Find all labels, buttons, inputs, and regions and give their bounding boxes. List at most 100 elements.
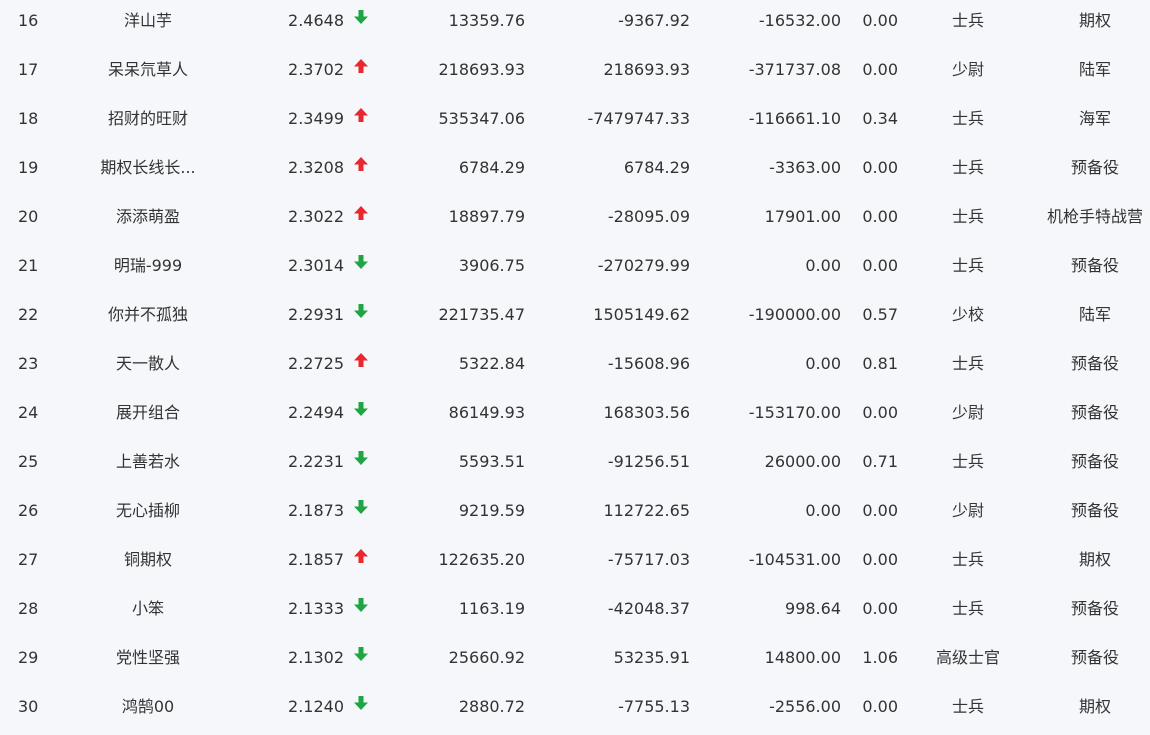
arrow-down-icon bbox=[353, 450, 369, 466]
table-row[interactable]: 28 小笨 2.1333 1163.19 -42048.37 998.64 0.00 士兵 预备… bbox=[0, 588, 1150, 637]
arrow-up-icon bbox=[353, 352, 369, 368]
table-row[interactable]: 16 洋山芋 2.4648 13359.76 -9367.92 -16532.00 0.00… bbox=[0, 0, 1150, 49]
level-cell: 少尉 bbox=[951, 403, 984, 422]
table-row[interactable]: 17 呆呆氘草人 2.3702 218693.93 218693.93 -371737.0… bbox=[0, 49, 1150, 98]
name-cell[interactable]: 明瑞-999 bbox=[78, 245, 218, 287]
name-cell[interactable]: 鸿鹄00 bbox=[78, 686, 218, 728]
name-cell[interactable]: 洋山芋 bbox=[78, 0, 218, 42]
level-cell: 士兵 bbox=[951, 452, 984, 471]
trend-cell bbox=[352, 637, 370, 679]
ratio-cell: 0.00 bbox=[862, 256, 898, 275]
level-cell: 高级士官 bbox=[935, 648, 1000, 667]
level-cell: 士兵 bbox=[951, 697, 984, 716]
ratio-cell: 0.00 bbox=[862, 550, 898, 569]
value3-cell: -116661.10 bbox=[748, 109, 841, 128]
trend-cell bbox=[352, 490, 370, 532]
score-cell: 2.1302 bbox=[288, 648, 344, 667]
table-row[interactable]: 25 上善若水 2.2231 5593.51 -91256.51 26000.00 0.71… bbox=[0, 441, 1150, 490]
rank-cell: 30 bbox=[18, 697, 39, 716]
table-row[interactable]: 22 你并不孤独 2.2931 221735.47 1505149.62 -190000.… bbox=[0, 294, 1150, 343]
rank-cell: 28 bbox=[18, 599, 39, 618]
level-cell: 少尉 bbox=[951, 60, 984, 79]
arrow-up-icon bbox=[353, 548, 369, 564]
arrow-up-icon bbox=[353, 156, 369, 172]
score-cell: 2.2231 bbox=[288, 452, 344, 471]
value1-cell: 221735.47 bbox=[438, 305, 525, 324]
score-cell: 2.3208 bbox=[288, 158, 344, 177]
arrow-down-icon bbox=[353, 303, 369, 319]
value2-cell: -42048.37 bbox=[607, 599, 690, 618]
type-cell: 陆军 bbox=[1078, 60, 1111, 79]
trend-cell bbox=[352, 0, 370, 42]
arrow-down-icon bbox=[353, 499, 369, 515]
table-row[interactable]: 27 铜期权 2.1857 122635.20 -75717.03 -104531.00 0… bbox=[0, 539, 1150, 588]
name-cell[interactable]: 添添萌盈 bbox=[78, 196, 218, 238]
table-row[interactable]: 20 添添萌盈 2.3022 18897.79 -28095.09 17901.00 0.0… bbox=[0, 196, 1150, 245]
ratio-cell: 0.00 bbox=[862, 501, 898, 520]
value2-cell: -9367.92 bbox=[618, 11, 690, 30]
type-cell: 预备役 bbox=[1070, 452, 1119, 471]
value3-cell: 17901.00 bbox=[764, 207, 841, 226]
name-cell[interactable]: 天一散人 bbox=[78, 343, 218, 385]
type-cell: 机枪手特战营 bbox=[1046, 207, 1143, 226]
level-cell: 士兵 bbox=[951, 158, 984, 177]
ratio-cell: 1.06 bbox=[862, 648, 898, 667]
score-cell: 2.3022 bbox=[288, 207, 344, 226]
ratio-cell: 0.81 bbox=[862, 354, 898, 373]
rank-cell: 25 bbox=[18, 452, 39, 471]
trend-cell bbox=[352, 49, 370, 91]
arrow-down-icon bbox=[353, 646, 369, 662]
trend-cell bbox=[352, 294, 370, 336]
type-cell: 预备役 bbox=[1070, 158, 1119, 177]
rank-cell: 17 bbox=[18, 60, 39, 79]
name-cell[interactable]: 党性坚强 bbox=[78, 637, 218, 679]
table-row[interactable]: 30 鸿鹄00 2.1240 2880.72 -7755.13 -2556.00 0.00 士… bbox=[0, 686, 1150, 735]
name-cell[interactable]: 展开组合 bbox=[78, 392, 218, 434]
name-cell[interactable]: 铜期权 bbox=[78, 539, 218, 581]
table-row[interactable]: 18 招财的旺财 2.3499 535347.06 -7479747.33 -116661… bbox=[0, 98, 1150, 147]
rank-cell: 18 bbox=[18, 109, 39, 128]
table-row[interactable]: 26 无心插柳 2.1873 9219.59 112722.65 0.00 0.00 少尉 预备… bbox=[0, 490, 1150, 539]
ratio-cell: 0.00 bbox=[862, 11, 898, 30]
type-cell: 预备役 bbox=[1070, 501, 1119, 520]
table-row[interactable]: 29 党性坚强 2.1302 25660.92 53235.91 14800.00 1.06… bbox=[0, 637, 1150, 686]
score-cell: 2.3499 bbox=[288, 109, 344, 128]
ratio-cell: 0.34 bbox=[862, 109, 898, 128]
name-cell[interactable]: 小笨 bbox=[78, 588, 218, 630]
value2-cell: -91256.51 bbox=[607, 452, 690, 471]
arrow-down-icon bbox=[353, 254, 369, 270]
value2-cell: 218693.93 bbox=[603, 60, 690, 79]
value2-cell: 53235.91 bbox=[613, 648, 690, 667]
ratio-cell: 0.00 bbox=[862, 697, 898, 716]
arrow-up-icon bbox=[353, 107, 369, 123]
level-cell: 少尉 bbox=[951, 501, 984, 520]
table-row[interactable]: 21 明瑞-999 2.3014 3906.75 -270279.99 0.00 0.00 士… bbox=[0, 245, 1150, 294]
table-row[interactable]: 19 期权长线长... 2.3208 6784.29 6784.29 -3363.00 0.… bbox=[0, 147, 1150, 196]
arrow-down-icon bbox=[353, 695, 369, 711]
type-cell: 陆军 bbox=[1078, 305, 1111, 324]
value3-cell: -16532.00 bbox=[758, 11, 841, 30]
type-cell: 期权 bbox=[1078, 11, 1111, 30]
value1-cell: 122635.20 bbox=[438, 550, 525, 569]
ratio-cell: 0.00 bbox=[862, 403, 898, 422]
score-cell: 2.2931 bbox=[288, 305, 344, 324]
trend-cell bbox=[352, 588, 370, 630]
trend-cell bbox=[352, 98, 370, 140]
arrow-down-icon bbox=[353, 9, 369, 25]
value1-cell: 3906.75 bbox=[458, 256, 525, 275]
value2-cell: 6784.29 bbox=[623, 158, 690, 177]
name-cell[interactable]: 招财的旺财 bbox=[78, 98, 218, 140]
value2-cell: -7479747.33 bbox=[587, 109, 690, 128]
trend-cell bbox=[352, 392, 370, 434]
name-cell[interactable]: 你并不孤独 bbox=[78, 294, 218, 336]
type-cell: 期权 bbox=[1078, 550, 1111, 569]
value1-cell: 535347.06 bbox=[438, 109, 525, 128]
name-cell[interactable]: 呆呆氘草人 bbox=[78, 49, 218, 91]
name-cell[interactable]: 期权长线长... bbox=[78, 147, 218, 189]
table-row[interactable]: 24 展开组合 2.2494 86149.93 168303.56 -153170.00 0… bbox=[0, 392, 1150, 441]
table-row[interactable]: 23 天一散人 2.2725 5322.84 -15608.96 0.00 0.81 士兵 预备… bbox=[0, 343, 1150, 392]
name-cell[interactable]: 无心插柳 bbox=[78, 490, 218, 532]
level-cell: 士兵 bbox=[951, 354, 984, 373]
name-cell[interactable]: 上善若水 bbox=[78, 441, 218, 483]
level-cell: 士兵 bbox=[951, 207, 984, 226]
